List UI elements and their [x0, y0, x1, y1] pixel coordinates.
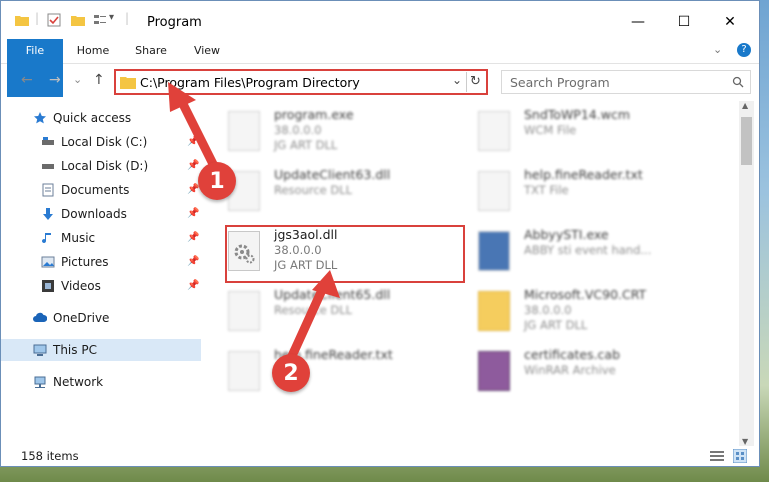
step-badge-1: 1: [198, 162, 236, 200]
annotation-arrows: [168, 82, 340, 361]
arrow-1: [168, 82, 221, 175]
arrow-2: [287, 270, 340, 361]
step-badge-2: 2: [272, 354, 310, 392]
